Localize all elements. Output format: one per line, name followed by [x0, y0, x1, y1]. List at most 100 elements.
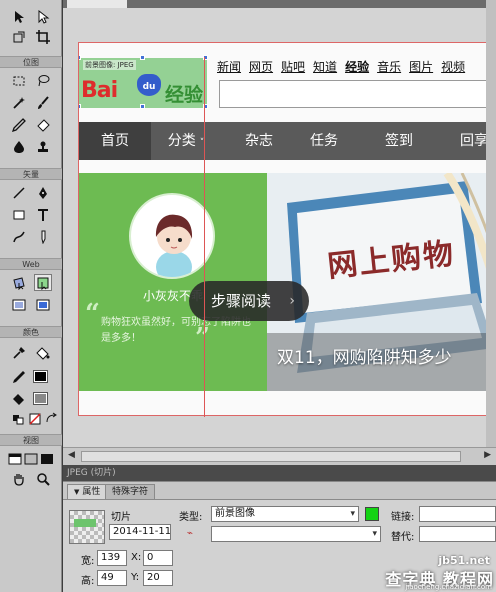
swap-colors-icon[interactable]	[42, 410, 60, 427]
link-label: 链接:	[391, 512, 415, 523]
hand-tool-icon[interactable]	[10, 470, 28, 487]
nav-item-magazine[interactable]: 杂志	[229, 122, 289, 160]
top-link-music[interactable]: 音乐	[377, 58, 401, 75]
slice-handle-bottom-left[interactable]	[79, 104, 81, 109]
tab-properties[interactable]: ▼ 属性	[67, 484, 108, 499]
top-link-tieba[interactable]: 贴吧	[281, 58, 305, 75]
type-select[interactable]: 前景图像	[211, 506, 359, 522]
lasso-tool-icon[interactable]	[34, 72, 52, 89]
slice-name-field[interactable]: 2014-11-11_	[109, 524, 171, 540]
logo-text-jingyan: 经验	[165, 84, 204, 106]
slice-handle-bottom-mid[interactable]	[140, 104, 145, 109]
paint-bucket-tool-icon[interactable]	[34, 344, 52, 361]
knife-tool-icon[interactable]	[34, 228, 52, 245]
horizontal-scrollbar[interactable]: ◀ ▶	[63, 447, 496, 465]
baidu-paw-logo: du	[137, 74, 161, 96]
freeform-tool-icon[interactable]	[10, 228, 28, 245]
slice-thumbnail	[69, 510, 105, 544]
stroke-color-icon[interactable]	[10, 368, 28, 385]
zoom-tool-icon[interactable]	[34, 470, 52, 487]
top-link-news[interactable]: 新闻	[217, 58, 241, 75]
top-link-images[interactable]: 图片	[409, 58, 433, 75]
web-page-canvas[interactable]: 前景图像: JPEG Bai du 经验 新闻 网页 贴吧 知道 经验 音乐 图片 视频 首页…	[78, 42, 496, 416]
crop-tool-icon[interactable]	[34, 28, 52, 45]
avatar[interactable]	[129, 193, 215, 279]
link-icon: ⌁	[187, 528, 194, 539]
full-screen-mode-icon[interactable]	[38, 450, 56, 467]
web-section-label: Web	[0, 258, 62, 270]
nav-item-category[interactable]: 分类 ˅	[151, 122, 221, 160]
scale-tool-icon[interactable]	[10, 28, 28, 45]
top-link-zhidao[interactable]: 知道	[313, 58, 337, 75]
url-select[interactable]	[211, 526, 381, 542]
document-tab[interactable]	[67, 0, 127, 8]
horizontal-scroll-thumb[interactable]	[81, 451, 461, 462]
slice-color-swatch[interactable]	[365, 507, 379, 521]
hotspot-tool-icon[interactable]	[10, 274, 28, 291]
fill-color-swatch[interactable]	[33, 392, 48, 405]
view-section-label: 视图	[0, 434, 62, 446]
open-quote-icon: “	[85, 299, 100, 329]
tools-panel: 位图 矢量 Web 颜色 视图	[0, 0, 62, 592]
hide-slices-icon[interactable]	[10, 296, 28, 313]
blur-tool-icon[interactable]	[10, 138, 28, 155]
show-slices-icon[interactable]	[34, 296, 52, 313]
eyedropper-tool-icon[interactable]	[10, 344, 28, 361]
collapse-arrow-icon[interactable]: ▼	[74, 488, 79, 496]
scroll-left-icon[interactable]: ◀	[68, 450, 75, 460]
slice-type-label: 切片	[111, 512, 131, 523]
nav-item-checkin[interactable]: 签到	[364, 122, 434, 160]
tab-special-characters[interactable]: 特殊字符	[105, 484, 156, 499]
alt-field[interactable]	[419, 526, 496, 542]
hero-image[interactable]: 网上购物 双11，网购陷阱知多少	[267, 173, 496, 391]
nav-item-tasks[interactable]: 任务	[289, 122, 359, 160]
slice-handle-top-left[interactable]	[79, 55, 81, 60]
nav-item-home[interactable]: 首页	[79, 122, 151, 160]
x-field[interactable]: 0	[143, 550, 173, 566]
line-tool-icon[interactable]	[10, 184, 28, 201]
top-nav-links: 新闻 网页 贴吧 知道 经验 音乐 图片 视频	[217, 58, 496, 74]
rubber-stamp-tool-icon[interactable]	[34, 138, 52, 155]
link-field[interactable]	[419, 506, 496, 522]
eraser-tool-icon[interactable]	[34, 116, 52, 133]
slice-guide-line[interactable]	[204, 57, 205, 417]
pen-tool-icon[interactable]	[34, 184, 52, 201]
marquee-tool-icon[interactable]	[10, 72, 28, 89]
top-link-video[interactable]: 视频	[441, 58, 465, 75]
stroke-color-swatch[interactable]	[33, 370, 48, 383]
text-tool-icon[interactable]	[34, 206, 52, 223]
close-quote-icon: ”	[195, 323, 210, 353]
chevron-right-icon: ›	[289, 293, 295, 309]
document-tab-bar	[63, 0, 496, 8]
fireworks-window: 位图 矢量 Web 颜色 视图 前景图像: JPEG Bai du 经验 新闻 …	[0, 0, 496, 592]
height-field[interactable]: 49	[97, 570, 127, 586]
status-bar: JPEG (切片)	[63, 465, 496, 481]
subselection-tool-icon[interactable]	[34, 8, 52, 25]
colors-section-label: 颜色	[0, 326, 62, 338]
y-field[interactable]: 20	[143, 570, 173, 586]
top-link-jingyan[interactable]: 经验	[345, 58, 369, 75]
slice-tool-icon[interactable]	[34, 274, 52, 291]
rectangle-tool-icon[interactable]	[10, 206, 28, 223]
vertical-scrollbar[interactable]	[486, 0, 496, 447]
width-label: 宽:	[81, 556, 95, 567]
baidu-logo: Bai	[81, 78, 118, 103]
brush-tool-icon[interactable]	[34, 94, 52, 111]
logo-slice[interactable]: 前景图像: JPEG Bai du 经验	[79, 55, 208, 109]
magic-wand-tool-icon[interactable]	[10, 94, 28, 111]
x-label: X:	[131, 552, 142, 563]
main-nav-bar: 首页 分类 ˅ 杂志 任务 签到 回享	[79, 122, 496, 160]
scroll-right-icon[interactable]: ▶	[484, 450, 491, 460]
pointer-tool-icon[interactable]	[10, 8, 28, 25]
step-reading-button[interactable]: 步骤阅读 ›	[189, 281, 309, 321]
fill-color-icon[interactable]	[10, 390, 28, 407]
pencil-tool-icon[interactable]	[10, 116, 28, 133]
hero-caption[interactable]: 双11，网购陷阱知多少	[277, 343, 452, 368]
watermark-line-3: jiaocheng.chazidian.com	[405, 583, 492, 591]
logo-text-bai: Bai	[81, 78, 118, 103]
top-link-web[interactable]: 网页	[249, 58, 273, 75]
alt-label: 替代:	[391, 532, 415, 543]
width-field[interactable]: 139	[97, 550, 127, 566]
slice-handle-top-mid[interactable]	[140, 55, 145, 60]
search-input[interactable]	[219, 80, 496, 108]
